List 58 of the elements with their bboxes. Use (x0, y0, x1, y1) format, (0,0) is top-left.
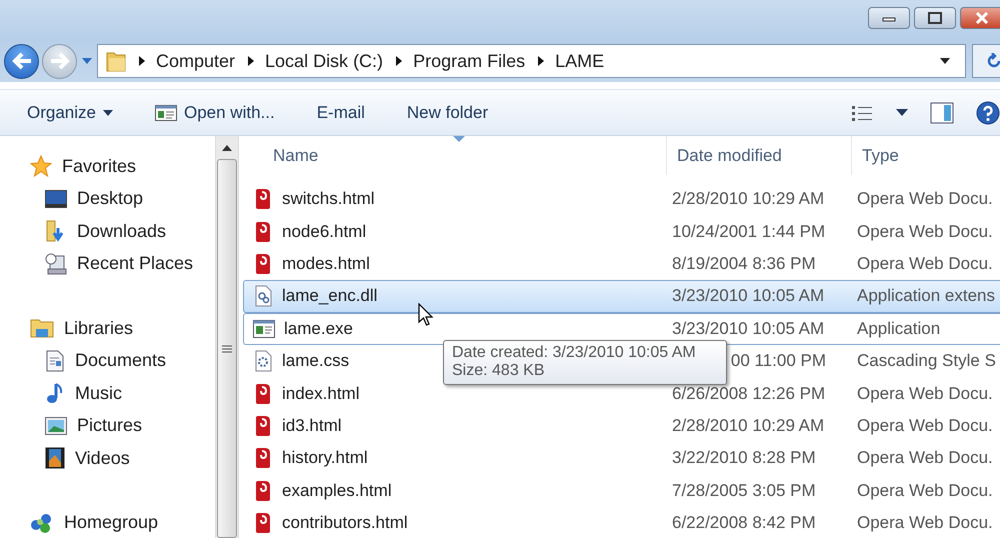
breadcrumb[interactable]: Local Disk (C:) (265, 50, 384, 72)
file-name: modes.html (282, 254, 370, 274)
nav-item[interactable]: Desktop (0, 182, 215, 215)
organize-menu[interactable]: Organize (18, 98, 122, 126)
nav-item[interactable]: Downloads (0, 215, 215, 248)
file-name: index.html (282, 384, 360, 404)
file-type: Opera Web Docu. (857, 254, 993, 273)
date-modified: 2/28/2010 10:29 AM (672, 416, 824, 436)
file-type: Opera Web Docu. (857, 384, 993, 403)
file-name: lame.css (282, 351, 350, 372)
nav-item[interactable]: Pictures (0, 410, 215, 442)
date-modified: 00 11:00 PM (730, 351, 826, 372)
column-header[interactable]: Date modified (667, 136, 852, 175)
file-type: Opera Web Docu. (857, 513, 993, 532)
nav-item[interactable]: Recent Places (0, 248, 215, 280)
date-modified: 2/28/2010 10:29 AM (672, 189, 824, 210)
toolbar-button[interactable]: New folder (398, 98, 498, 126)
file-type: Opera Web Docu. (857, 448, 993, 468)
date-modified: 3/22/2010 8:28 PM (672, 448, 816, 468)
toolbar-button[interactable]: E-mail (308, 98, 374, 126)
tooltip-text: Size: 483 KB (452, 362, 546, 381)
toolbar-button[interactable]: Open with... (146, 98, 284, 126)
file-name: node6.html (282, 222, 366, 242)
file-type: Cascading Style S (857, 351, 996, 370)
breadcrumb[interactable]: Computer (156, 50, 236, 72)
file-name: contributors.html (282, 513, 408, 534)
file-name: lame.exe (284, 318, 353, 339)
column-header[interactable]: Type (852, 136, 1000, 175)
nav-item[interactable]: Homegroup (0, 506, 215, 538)
column-header[interactable]: Name (267, 136, 667, 175)
nav-item[interactable]: Music (0, 377, 215, 410)
nav-item[interactable]: Videos (0, 442, 215, 474)
breadcrumb[interactable]: LAME (555, 50, 604, 72)
date-modified: 3/23/2010 10:05 AM (672, 286, 824, 306)
file-name: switchs.html (282, 189, 375, 210)
breadcrumb[interactable]: Program Files (413, 50, 526, 72)
file-type: Opera Web Docu. (857, 480, 993, 500)
date-modified: 10/24/2001 1:44 PM (672, 222, 826, 242)
file-type: Opera Web Docu. (857, 189, 993, 208)
date-modified: 6/22/2008 8:42 PM (672, 513, 816, 534)
file-name: lame_enc.dll (282, 286, 378, 306)
file-name: history.html (282, 448, 368, 468)
file-type: Application extens (857, 286, 995, 306)
file-name: id3.html (282, 416, 342, 436)
nav-item[interactable]: Documents (0, 344, 215, 377)
address-bar[interactable]: Computer Local Disk (C:) Program Files LAME (97, 44, 966, 78)
nav-item[interactable]: Favorites (0, 150, 215, 182)
date-modified: 6/26/2008 12:26 PM (672, 384, 826, 404)
date-modified: 8/19/2004 8:36 PM (672, 254, 816, 274)
file-type: Application (857, 318, 940, 338)
file-name: examples.html (282, 480, 392, 501)
date-modified: 7/28/2005 3:05 PM (672, 480, 816, 501)
tooltip-text: Date created: 3/23/2010 10:05 AM (452, 344, 697, 362)
date-modified: 3/23/2010 10:05 AM (672, 318, 824, 339)
file-type: Opera Web Docu. (857, 416, 993, 435)
nav-item[interactable]: Libraries (0, 312, 215, 344)
file-type: Opera Web Docu. (857, 222, 993, 241)
file-row[interactable]: lame_enc.dll 3/23/2010 10:05 AM Application extens (243, 280, 1000, 313)
